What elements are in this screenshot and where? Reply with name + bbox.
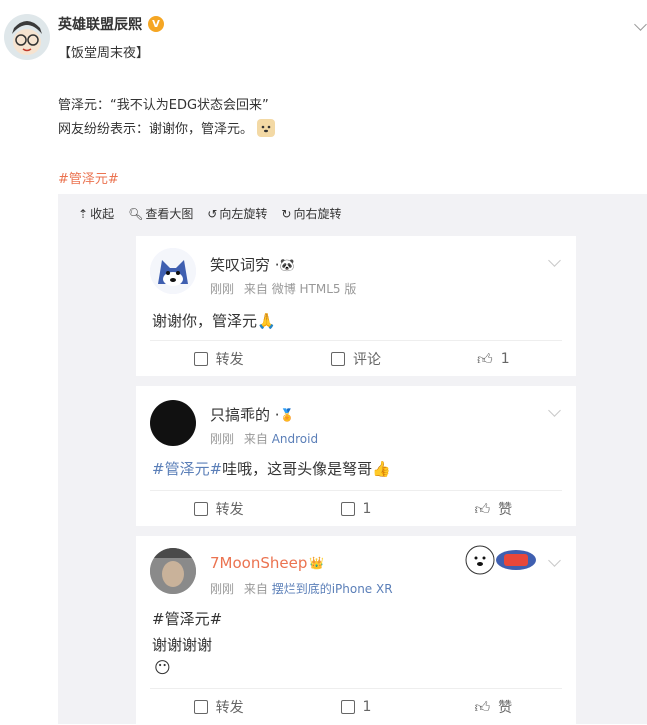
- author-name[interactable]: 英雄联盟辰熙: [58, 14, 142, 34]
- doge-emoji-icon: [257, 118, 276, 137]
- comment-button[interactable]: 1: [287, 689, 424, 725]
- commenter-name[interactable]: 7MoonSheep: [210, 554, 307, 572]
- magnifier-icon: 🔍︎: [128, 206, 144, 221]
- comment-source: 微博 HTML5 版: [271, 282, 357, 296]
- comment-hashtag[interactable]: #管泽元#: [152, 458, 222, 479]
- image-toolbar: ⇡ 收起 🔍︎ 查看大图 ↺ 向左旋转 ↻ 向右旋转: [78, 205, 341, 222]
- comment-hashtag[interactable]: #管泽元#: [152, 608, 222, 629]
- comment-text: 哇哦，这哥头像是弩哥: [222, 460, 373, 478]
- commenter-avatar[interactable]: [150, 400, 196, 446]
- collapse-label: 收起: [90, 207, 115, 221]
- like-count: 1: [500, 351, 510, 367]
- repost-button[interactable]: 转发: [150, 689, 287, 725]
- comment-count: 1: [362, 699, 372, 715]
- crown-badge-icon: 👑: [309, 556, 325, 570]
- post-line-2: 管泽元：“我不认为EDG状态会回来”: [58, 98, 269, 113]
- verified-icon: V: [148, 16, 164, 32]
- comment-actions: 转发 1 👍︎ 赞: [150, 490, 562, 527]
- comment-icon: [340, 502, 355, 516]
- sticker-decoration: [464, 542, 544, 578]
- like-label: 赞: [498, 700, 513, 716]
- thumbs-up-icon: 👍︎: [474, 499, 491, 518]
- comment-actions: 转发 评论 👍︎ 1: [150, 340, 562, 377]
- comment-label: 评论: [352, 352, 381, 368]
- medal-badge-icon: 🏅: [279, 407, 295, 422]
- rotate-right-label: 向右旋转: [293, 207, 342, 221]
- pray-emoji-icon: 🙏: [257, 311, 276, 330]
- author-avatar[interactable]: [4, 14, 50, 60]
- rotate-left-icon: ↺: [207, 206, 218, 221]
- commenter-name-row: 7MoonSheep 👑: [210, 554, 324, 572]
- commenter-avatar[interactable]: [150, 248, 196, 294]
- post-line-1: 【饭堂周末夜】: [58, 46, 150, 61]
- repost-label: 转发: [215, 352, 244, 368]
- like-button[interactable]: 👍︎ 赞: [425, 689, 562, 725]
- repost-label: 转发: [215, 700, 244, 716]
- comment-text-row: #管泽元# 哇哦，这哥头像是弩哥 👍: [152, 458, 391, 479]
- rotate-left-label: 向左旋转: [219, 207, 268, 221]
- comment-text-row: 谢谢你，管泽元 🙏: [152, 310, 276, 331]
- comment-meta: 刚刚 来自 Android: [210, 430, 318, 447]
- comment-source-prefix: 来自: [243, 582, 268, 596]
- post-line-3: 网友纷纷表示：谢谢你，管泽元。: [58, 118, 276, 137]
- comment-card: 笑叹词穷 · 🐼 刚刚 来自 微博 HTML5 版 谢谢你，管泽元 🙏 转发 评…: [136, 236, 576, 376]
- comment-source-prefix: 来自: [243, 432, 268, 446]
- comment-button[interactable]: 1: [287, 491, 424, 527]
- view-large-label: 查看大图: [145, 207, 194, 221]
- comment-time: 刚刚: [210, 282, 235, 296]
- rotate-right-button[interactable]: ↻ 向右旋转: [281, 205, 341, 222]
- repost-icon: [193, 502, 208, 516]
- comment-meta: 刚刚 来自 摆烂到底的iPhone XR: [210, 580, 393, 597]
- repost-icon: [193, 700, 208, 714]
- chevron-down-icon[interactable]: [548, 404, 561, 417]
- comment-text: 谢谢你，管泽元: [152, 312, 258, 330]
- comment-card: 只搞乖的 · 🏅 刚刚 来自 Android #管泽元# 哇哦，这哥头像是弩哥 …: [136, 386, 576, 526]
- hashtag-link[interactable]: #管泽元#: [58, 168, 119, 187]
- comment-count: 1: [362, 501, 372, 517]
- chevron-down-icon[interactable]: [548, 554, 561, 567]
- comment-time: 刚刚: [210, 582, 235, 596]
- commenter-avatar[interactable]: [150, 548, 196, 594]
- rotate-left-button[interactable]: ↺ 向左旋转: [207, 205, 267, 222]
- like-button[interactable]: 👍︎ 赞: [425, 491, 562, 527]
- collapse-icon: ⇡: [78, 206, 89, 221]
- like-button[interactable]: 👍︎ 1: [425, 341, 562, 377]
- like-label: 赞: [498, 502, 513, 518]
- comment-card: 7MoonSheep 👑 刚刚 来自 摆烂到底的iPhone XR #管泽元# …: [136, 536, 576, 724]
- post-line-3-text: 网友纷纷表示：谢谢你，管泽元。: [58, 122, 254, 137]
- comment-time: 刚刚: [210, 432, 235, 446]
- shy-emoji-icon: 😶: [154, 658, 171, 677]
- comment-text: 谢谢谢谢: [152, 636, 213, 654]
- repost-button[interactable]: 转发: [150, 491, 287, 527]
- comment-source[interactable]: 摆烂到底的iPhone XR: [272, 582, 393, 596]
- collapse-button[interactable]: ⇡ 收起: [78, 205, 114, 222]
- commenter-name-row: 笑叹词穷 · 🐼: [210, 254, 295, 275]
- thumb-emoji-icon: 👍: [372, 459, 391, 478]
- commenter-name[interactable]: 只搞乖的 ·: [210, 404, 280, 425]
- panda-badge-icon: 🐼: [279, 257, 295, 272]
- commenter-name-row: 只搞乖的 · 🏅: [210, 404, 295, 425]
- thumbs-up-icon: 👍︎: [474, 697, 491, 716]
- comment-meta: 刚刚 来自 微博 HTML5 版: [210, 280, 356, 297]
- comment-button[interactable]: 评论: [287, 341, 424, 377]
- repost-icon: [193, 352, 208, 366]
- comment-source-prefix: 来自: [243, 282, 268, 296]
- repost-button[interactable]: 转发: [150, 341, 287, 377]
- chevron-down-icon[interactable]: [548, 254, 561, 267]
- rotate-right-icon: ↻: [281, 206, 292, 221]
- comment-icon: [330, 352, 345, 366]
- repost-label: 转发: [215, 502, 244, 518]
- view-large-button[interactable]: 🔍︎ 查看大图: [128, 205, 193, 222]
- thumbs-up-icon: 👍︎: [477, 349, 493, 368]
- comment-icon: [340, 700, 355, 714]
- comment-source[interactable]: Android: [272, 432, 318, 446]
- chevron-down-icon[interactable]: [634, 18, 647, 31]
- commenter-name[interactable]: 笑叹词穷 ·: [210, 254, 280, 275]
- comment-actions: 转发 1 👍︎ 赞: [150, 688, 562, 725]
